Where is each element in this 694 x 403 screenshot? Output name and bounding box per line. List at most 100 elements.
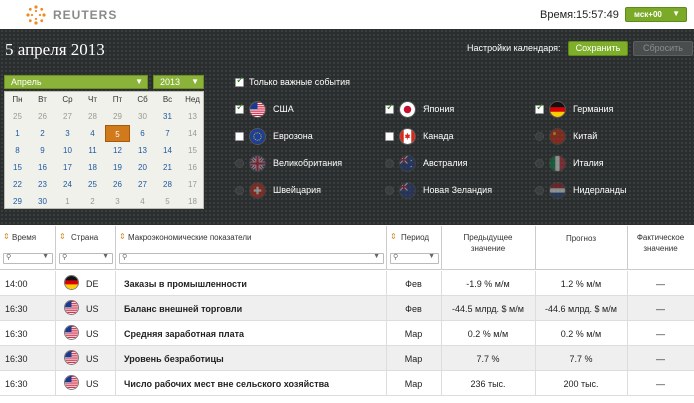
col-header-period[interactable]: Период bbox=[401, 233, 429, 242]
clock-value: 15:57:49 bbox=[576, 9, 619, 21]
calendar-day[interactable]: 28 bbox=[80, 108, 105, 125]
country-checkbox-nl[interactable] bbox=[535, 186, 544, 195]
cell-time: 14:00 bbox=[5, 279, 28, 289]
col-header-indicator[interactable]: Макроэкономические показатели bbox=[128, 233, 251, 242]
col-header-previous: Предыдущее значение bbox=[441, 232, 535, 254]
indicator-filter-input[interactable]: ⚲ ▼ bbox=[119, 253, 384, 264]
chevron-down-icon: ▼ bbox=[428, 253, 435, 260]
calendar-day[interactable]: 17 bbox=[55, 159, 80, 176]
cell-forecast: 0.2 % м/м bbox=[560, 329, 602, 339]
calendar-day[interactable]: 22 bbox=[5, 176, 30, 193]
sort-icon[interactable]: ⇕ bbox=[390, 232, 397, 241]
calendar-day[interactable]: 2 bbox=[80, 193, 105, 210]
calendar-day[interactable]: 8 bbox=[5, 142, 30, 159]
country-checkbox-ch[interactable] bbox=[235, 186, 244, 195]
country-label: Великобритания bbox=[273, 158, 343, 168]
reset-button[interactable]: Сбросить bbox=[633, 41, 693, 56]
cell-actual: — bbox=[656, 329, 665, 339]
country-label: Япония bbox=[423, 104, 455, 114]
month-select[interactable]: Апрель ▼ bbox=[4, 75, 148, 89]
calendar-day[interactable]: 29 bbox=[5, 193, 30, 210]
country-checkbox-us[interactable] bbox=[235, 102, 244, 114]
calendar-day[interactable]: 4 bbox=[80, 125, 105, 142]
calendar-day[interactable]: 19 bbox=[105, 159, 130, 176]
calendar-day[interactable]: 6 bbox=[130, 125, 155, 142]
calendar-day[interactable]: 23 bbox=[30, 176, 55, 193]
col-header-time[interactable]: Время bbox=[12, 233, 36, 242]
calendar-day[interactable]: 4 bbox=[130, 193, 155, 210]
country-filter-input[interactable]: ⚲ ▼ bbox=[59, 253, 113, 264]
calendar-day[interactable]: 2 bbox=[30, 125, 55, 142]
table-row[interactable]: 14:00 DE Заказы в промышленности Фев -1.9 % … bbox=[0, 271, 694, 296]
de-flag-icon bbox=[549, 101, 566, 118]
us-flag-icon bbox=[64, 350, 79, 365]
cell-previous: 7.7 % bbox=[476, 354, 500, 364]
calendar-day[interactable]: 25 bbox=[80, 176, 105, 193]
weekday-header: Вт bbox=[38, 95, 47, 104]
calendar-day[interactable]: 26 bbox=[105, 176, 130, 193]
calendar-day[interactable]: 27 bbox=[55, 108, 80, 125]
country-checkbox-eu[interactable] bbox=[235, 132, 244, 141]
sort-icon[interactable]: ⇕ bbox=[119, 232, 126, 241]
table-row[interactable]: 16:30 US Уровень безработицы Мар 7.7 % 7.7 % — bbox=[0, 346, 694, 371]
important-only-checkbox[interactable] bbox=[235, 75, 244, 87]
calendar-day[interactable]: 20 bbox=[130, 159, 155, 176]
calendar-day[interactable]: 14 bbox=[155, 142, 180, 159]
cell-previous: 0.2 % м/м bbox=[467, 329, 509, 339]
calendar-day[interactable]: 28 bbox=[155, 176, 180, 193]
country-checkbox-jp[interactable] bbox=[385, 102, 394, 114]
calendar-day[interactable]: 25 bbox=[5, 108, 30, 125]
sort-icon[interactable]: ⇕ bbox=[59, 232, 66, 241]
table-row[interactable]: 16:30 US Число рабочих мест вне сельского … bbox=[0, 371, 694, 396]
country-checkbox-nz[interactable] bbox=[385, 186, 394, 195]
period-filter-input[interactable]: ⚲ ▼ bbox=[390, 253, 439, 264]
calendar-day[interactable]: 7 bbox=[155, 125, 180, 142]
calendar-day[interactable]: 9 bbox=[30, 142, 55, 159]
calendar-day[interactable]: 1 bbox=[5, 125, 30, 142]
col-header-country[interactable]: Страна bbox=[71, 233, 98, 242]
calendar-day[interactable]: 29 bbox=[105, 108, 130, 125]
calendar-day[interactable]: 27 bbox=[130, 176, 155, 193]
calendar-day[interactable]: 3 bbox=[55, 125, 80, 142]
timezone-dropdown[interactable]: мск+00 ▼ bbox=[625, 7, 687, 22]
time-filter-input[interactable]: ⚲ ▼ bbox=[3, 253, 53, 264]
cell-forecast: 200 тыс. bbox=[563, 379, 599, 389]
calendar-day[interactable]: 5 bbox=[105, 125, 130, 142]
calendar-day[interactable]: 16 bbox=[30, 159, 55, 176]
calendar-day[interactable]: 15 bbox=[5, 159, 30, 176]
weekday-header: Пт bbox=[112, 95, 123, 104]
country-checkbox-au[interactable] bbox=[385, 159, 394, 168]
cell-time: 16:30 bbox=[5, 304, 28, 314]
country-checkbox-it[interactable] bbox=[535, 159, 544, 168]
calendar-day[interactable]: 11 bbox=[80, 142, 105, 159]
cell-indicator: Уровень безработицы bbox=[124, 354, 224, 364]
cell-forecast: 1.2 % м/м bbox=[560, 279, 602, 289]
calendar-day[interactable]: 26 bbox=[30, 108, 55, 125]
calendar-day[interactable]: 1 bbox=[55, 193, 80, 210]
calendar-day[interactable]: 21 bbox=[155, 159, 180, 176]
calendar-day[interactable]: 5 bbox=[155, 193, 180, 210]
cell-forecast: -44.6 млрд. $ м/м bbox=[545, 304, 617, 314]
country-checkbox-de[interactable] bbox=[535, 102, 544, 114]
calendar-day[interactable]: 3 bbox=[105, 193, 130, 210]
country-checkbox-gb[interactable] bbox=[235, 159, 244, 168]
calendar-day[interactable]: 30 bbox=[130, 108, 155, 125]
week-number: 18 bbox=[188, 197, 197, 206]
save-button[interactable]: Сохранить bbox=[568, 41, 628, 56]
year-select[interactable]: 2013 ▼ bbox=[153, 75, 204, 89]
calendar-day[interactable]: 31 bbox=[155, 108, 180, 125]
calendar-day[interactable]: 13 bbox=[130, 142, 155, 159]
sort-icon[interactable]: ⇕ bbox=[3, 232, 10, 241]
table-row[interactable]: 16:30 US Средняя заработная плата Мар 0.2 % … bbox=[0, 321, 694, 346]
calendar-day[interactable]: 18 bbox=[80, 159, 105, 176]
country-checkbox-ca[interactable] bbox=[385, 132, 394, 141]
country-label: Швейцария bbox=[273, 185, 322, 195]
country-label: Австралия bbox=[423, 158, 468, 168]
calendar-day[interactable]: 24 bbox=[55, 176, 80, 193]
calendar-day[interactable]: 30 bbox=[30, 193, 55, 210]
country-checkbox-cn[interactable] bbox=[535, 132, 544, 141]
table-row[interactable]: 16:30 US Баланс внешней торговли Фев -44.5 м… bbox=[0, 296, 694, 321]
week-number: 15 bbox=[188, 146, 197, 155]
calendar-day[interactable]: 12 bbox=[105, 142, 130, 159]
calendar-day[interactable]: 10 bbox=[55, 142, 80, 159]
